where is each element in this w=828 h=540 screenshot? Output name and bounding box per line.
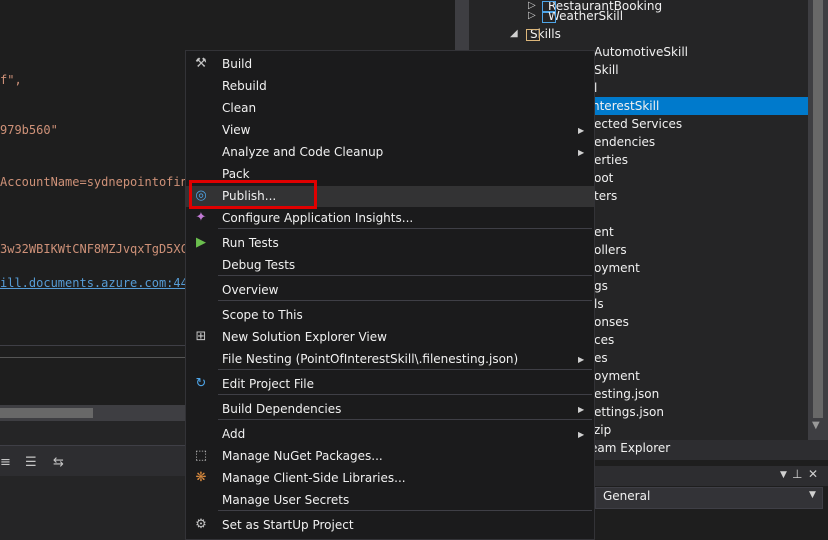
menu-item-label: Scope to This — [222, 308, 303, 322]
menu-item-label: Manage Client-Side Libraries... — [222, 471, 406, 485]
code-link[interactable]: ill.documents.azure.com:443 — [0, 276, 195, 290]
submenu-arrow-icon: ▶ — [578, 405, 585, 414]
scrollbar-thumb[interactable] — [0, 408, 93, 418]
collapsed-arrow-icon[interactable]: ▷ — [528, 7, 536, 25]
dropdown-icon[interactable]: ▼ — [780, 470, 787, 480]
wrap-icon[interactable]: ⇆ — [53, 455, 64, 470]
tree-item-label: oyment — [594, 369, 640, 383]
tree-item-label: nterestSkill — [592, 99, 660, 113]
tree-item-label: endencies — [594, 135, 656, 149]
play-icon: ▶ — [196, 235, 206, 250]
project-icon — [542, 11, 556, 23]
tree-item-label: ollers — [594, 243, 627, 257]
format-list-icon[interactable]: ☰ — [25, 455, 37, 470]
tree-item-label: ected Services — [594, 117, 683, 131]
tree-item-label: AutomotiveSkill — [594, 45, 688, 59]
tree-item-label: oot — [594, 171, 614, 185]
build-icon: ⚒ — [195, 56, 207, 71]
filter-icon[interactable]: ≡ — [0, 455, 11, 470]
submenu-arrow-icon: ▶ — [578, 355, 585, 364]
menu-item-label: Manage User Secrets — [222, 493, 350, 507]
library-icon: ❋ — [195, 470, 207, 485]
submenu-arrow-icon: ▶ — [578, 148, 585, 157]
nuget-icon: ⬚ — [194, 448, 208, 463]
tree-item-label: ettings.json — [594, 405, 664, 419]
menu-item-add[interactable] — [186, 424, 594, 446]
menu-item-label: Clean — [222, 101, 257, 115]
tree-item[interactable]: nterestSkill — [590, 97, 808, 115]
scroll-down-icon[interactable]: ▼ — [812, 420, 820, 431]
menu-item-label: File Nesting (PointOfInterestSkill\.file… — [222, 352, 519, 366]
code-line[interactable]: f", — [0, 73, 22, 87]
menu-item-label: Edit Project File — [222, 377, 315, 391]
insights-icon: ✦ — [195, 210, 207, 225]
folder-icon — [526, 29, 540, 41]
menu-item-label: Analyze and Code Cleanup — [222, 145, 384, 159]
menu-item-label: Pack — [222, 167, 250, 181]
chevron-down-icon[interactable]: ▼ — [809, 490, 816, 500]
tree-item-label: ters — [594, 189, 618, 203]
menu-item-label: Overview — [222, 283, 279, 297]
gear-icon: ⚙ — [195, 517, 207, 532]
tree-item-label: es — [594, 351, 608, 365]
menu-item-label: Configure Application Insights... — [222, 211, 414, 225]
tree-item-label: oyment — [594, 261, 640, 275]
code-line[interactable]: 979b560" — [0, 123, 58, 137]
scrollbar-thumb[interactable] — [813, 0, 823, 418]
tree-item-label: esting.json — [594, 387, 660, 401]
submenu-arrow-icon: ▶ — [578, 430, 585, 439]
publish-highlight-box — [189, 180, 317, 209]
code-line[interactable]: AccountName=sydnepointofint — [0, 175, 195, 189]
menu-item-label: Set as StartUp Project — [222, 518, 354, 532]
tree-item-label: ent — [594, 225, 614, 239]
tab-team-explorer[interactable]: eam Explorer — [590, 441, 670, 455]
submenu-arrow-icon: ▶ — [578, 126, 585, 135]
menu-item-label: Debug Tests — [222, 258, 296, 272]
tree-item-label: ces — [594, 333, 615, 347]
refresh-icon: ↻ — [195, 376, 207, 391]
tree-item-label: onses — [594, 315, 629, 329]
tree-item-label: WeatherSkill — [548, 9, 624, 23]
close-icon[interactable]: ✕ — [808, 467, 818, 481]
tree-item-label: Skill — [594, 63, 619, 77]
menu-item-label: Rebuild — [222, 79, 267, 93]
tree-item-label: ls — [594, 297, 604, 311]
menu-item-label: New Solution Explorer View — [222, 330, 387, 344]
pin-icon[interactable]: ⊥ — [792, 467, 802, 481]
properties-combo-value: General — [603, 489, 651, 503]
menu-item-label: Build — [222, 57, 253, 71]
menu-item-label: Add — [222, 427, 246, 441]
tree-item-label: gs — [594, 279, 608, 293]
tree-item-label: zip — [594, 423, 612, 437]
tree-item-label: erties — [594, 153, 628, 167]
menu-item-label: Build Dependencies — [222, 402, 342, 416]
new-window-icon: ⊞ — [195, 329, 207, 344]
menu-item-label: Manage NuGet Packages... — [222, 449, 383, 463]
menu-item-label: View — [222, 123, 251, 137]
code-line[interactable]: 3w32WBIKWtCNF8MZJvqxTgD5XCx — [0, 242, 195, 256]
menu-item-label: Run Tests — [222, 236, 279, 250]
expanded-arrow-icon[interactable]: ◢ — [510, 25, 518, 43]
